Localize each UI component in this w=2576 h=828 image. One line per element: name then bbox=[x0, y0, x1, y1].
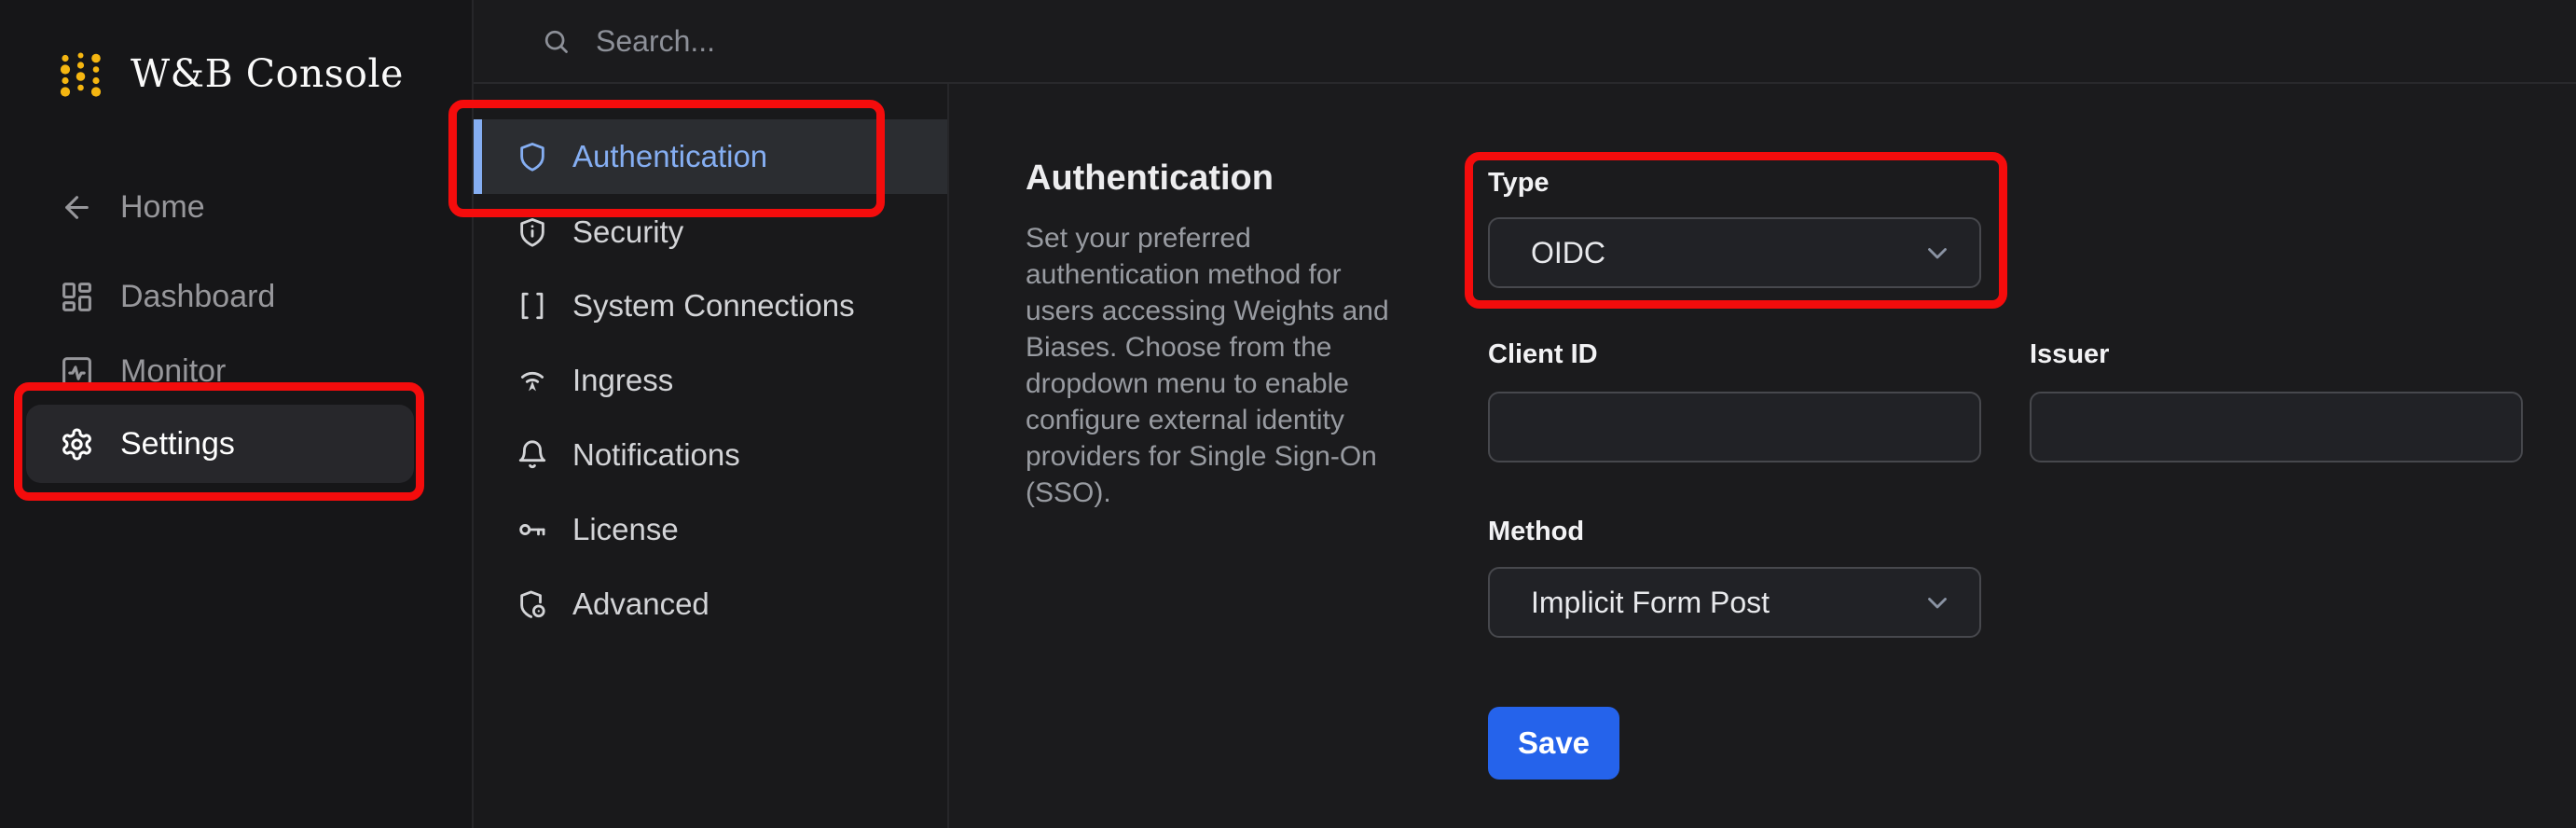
issuer-input[interactable] bbox=[2030, 392, 2523, 462]
sidebar-item-label: Monitor bbox=[120, 352, 227, 389]
shield-info-icon bbox=[517, 216, 548, 248]
sidebar-item-home[interactable]: Home bbox=[26, 168, 414, 246]
shield-icon bbox=[517, 141, 548, 172]
type-select-value: OIDC bbox=[1531, 235, 1605, 269]
sidebar-item-dashboard[interactable]: Dashboard bbox=[26, 257, 414, 336]
sidebar-item-label: Settings bbox=[120, 425, 235, 462]
subnav-item-label: Security bbox=[572, 214, 684, 249]
gear-icon bbox=[60, 427, 94, 462]
sidebar-item-settings[interactable]: Settings bbox=[26, 405, 414, 483]
type-label: Type bbox=[1488, 168, 1550, 198]
method-select[interactable]: Implicit Form Post bbox=[1488, 567, 1981, 638]
subnav-item-ingress[interactable]: Ingress bbox=[474, 343, 947, 418]
subnav-item-label: License bbox=[572, 512, 679, 546]
subnav-item-authentication[interactable]: Authentication bbox=[474, 119, 947, 194]
app-title: W&B Console bbox=[131, 51, 404, 96]
chevron-down-icon bbox=[1922, 586, 1953, 618]
type-select[interactable]: OIDC bbox=[1488, 217, 1981, 288]
chevron-down-icon bbox=[1922, 237, 1953, 269]
subnav-item-security[interactable]: Security bbox=[474, 195, 947, 269]
search-bar bbox=[541, 22, 1250, 60]
subnav-item-advanced[interactable]: Advanced bbox=[474, 567, 947, 642]
arrow-left-icon bbox=[60, 190, 94, 225]
subnav-item-label: Notifications bbox=[572, 437, 740, 472]
sidebar-item-monitor[interactable]: Monitor bbox=[26, 332, 414, 410]
monitor-icon bbox=[60, 354, 94, 389]
magnifier-icon bbox=[541, 26, 572, 57]
main-content: Authentication Set your preferred authen… bbox=[949, 84, 2576, 828]
wifi-ingress-icon bbox=[517, 365, 548, 396]
key-icon bbox=[517, 514, 548, 545]
topbar bbox=[474, 0, 2576, 84]
subnav-item-label: Authentication bbox=[572, 139, 768, 173]
issuer-label: Issuer bbox=[2030, 339, 2110, 369]
brackets-icon bbox=[517, 290, 548, 322]
app-logo: W&B Console bbox=[58, 48, 404, 99]
method-select-value: Implicit Form Post bbox=[1531, 585, 1770, 619]
page-title: Authentication bbox=[1026, 159, 1274, 198]
subnav-item-label: System Connections bbox=[572, 288, 855, 323]
bell-icon bbox=[517, 439, 548, 471]
subnav-item-license[interactable]: License bbox=[474, 492, 947, 567]
page-description: Set your preferred authentication method… bbox=[1026, 223, 1389, 508]
sidebar: W&B Console Home Dashboard Monitor Setti… bbox=[0, 0, 474, 828]
shield-badge-icon bbox=[517, 588, 548, 620]
method-label: Method bbox=[1488, 517, 1585, 546]
dashboard-icon bbox=[60, 280, 94, 314]
sidebar-item-label: Home bbox=[120, 188, 205, 225]
subnav-item-system-connections[interactable]: System Connections bbox=[474, 269, 947, 343]
sidebar-item-label: Dashboard bbox=[120, 278, 276, 314]
subnav-item-label: Ingress bbox=[572, 363, 674, 397]
subnav-item-notifications[interactable]: Notifications bbox=[474, 418, 947, 492]
wandb-dots-icon bbox=[58, 48, 106, 99]
subnav-item-label: Advanced bbox=[572, 586, 709, 621]
save-button[interactable]: Save bbox=[1488, 707, 1619, 780]
client-id-input[interactable] bbox=[1488, 392, 1981, 462]
search-input[interactable] bbox=[594, 22, 1250, 60]
settings-subnav: Authentication Security System Connectio… bbox=[474, 84, 949, 828]
client-id-label: Client ID bbox=[1488, 339, 1598, 369]
